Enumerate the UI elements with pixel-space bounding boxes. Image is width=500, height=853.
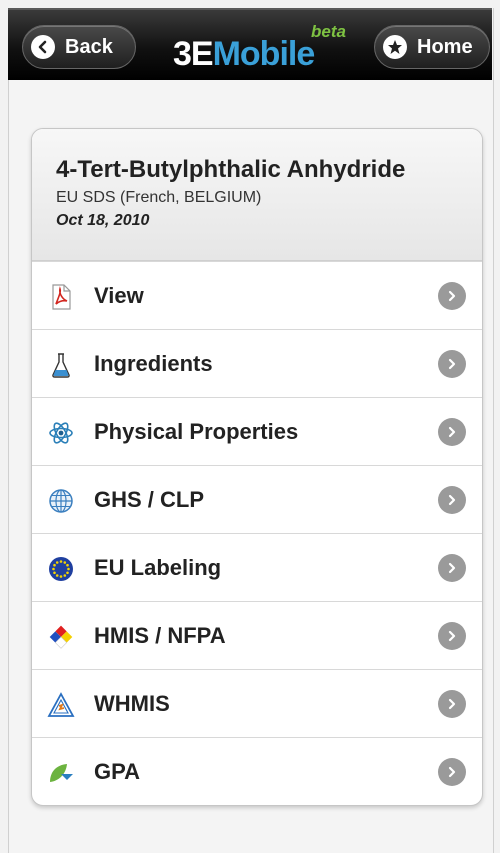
menu-item-whmis[interactable]: WHMIS xyxy=(32,669,482,737)
menu-item-gpa[interactable]: GPA xyxy=(32,737,482,805)
globe-icon xyxy=(46,486,76,516)
home-button[interactable]: Home xyxy=(374,25,490,69)
chevron-right-icon xyxy=(438,485,466,514)
menu-item-view[interactable]: View xyxy=(32,261,482,329)
menu-item-label: HMIS / NFPA xyxy=(94,622,226,648)
app-logo: 3EMobile beta xyxy=(173,22,348,74)
chevron-right-icon xyxy=(438,757,466,786)
chevron-right-icon xyxy=(438,621,466,650)
menu-item-label: GPA xyxy=(94,758,141,784)
chevron-right-icon xyxy=(438,553,466,582)
menu-item-hmis-nfpa[interactable]: HMIS / NFPA xyxy=(32,601,482,669)
document-subtitle: EU SDS (French, BELGIUM) xyxy=(56,189,262,206)
chevron-left-icon xyxy=(31,35,55,59)
logo-3e-text: 3E xyxy=(173,35,214,73)
top-toolbar: Back 3EMobile beta Home xyxy=(8,8,492,80)
chevron-right-icon xyxy=(438,281,466,310)
chevron-right-icon xyxy=(438,349,466,378)
document-header: 4-Tert-Butylphthalic Anhydride EU SDS (F… xyxy=(32,129,482,261)
home-button-label: Home xyxy=(417,35,473,58)
document-date: Oct 18, 2010 xyxy=(56,212,150,229)
menu-item-label: EU Labeling xyxy=(94,554,222,580)
back-button-label: Back xyxy=(65,35,113,58)
menu-item-label: WHMIS xyxy=(94,690,170,716)
menu-item-label: Ingredients xyxy=(94,350,213,376)
menu-item-ingredients[interactable]: Ingredients xyxy=(32,329,482,397)
menu-item-physical-properties[interactable]: Physical Properties xyxy=(32,397,482,465)
menu-item-label: GHS / CLP xyxy=(94,486,205,512)
pdf-icon xyxy=(46,282,76,312)
menu-item-label: View xyxy=(94,282,144,308)
gpa-leaf-icon xyxy=(46,758,76,788)
chevron-right-icon xyxy=(438,689,466,718)
flask-icon xyxy=(46,350,76,380)
star-icon xyxy=(383,35,407,59)
logo-mobile-text: Mobile xyxy=(212,35,316,73)
atom-icon xyxy=(46,418,76,448)
eu-flag-icon xyxy=(46,554,76,584)
document-title: 4-Tert-Butylphthalic Anhydride xyxy=(56,156,406,183)
whmis-icon xyxy=(46,690,76,720)
menu-item-label: Physical Properties xyxy=(94,418,299,444)
chevron-right-icon xyxy=(438,417,466,446)
document-card: 4-Tert-Butylphthalic Anhydride EU SDS (F… xyxy=(31,128,483,806)
back-button[interactable]: Back xyxy=(22,25,136,69)
logo-beta-text: beta xyxy=(311,22,346,41)
nfpa-diamond-icon xyxy=(46,622,76,652)
menu-item-eu-labeling[interactable]: EU Labeling xyxy=(32,533,482,601)
menu-item-ghs-clp[interactable]: GHS / CLP xyxy=(32,465,482,533)
